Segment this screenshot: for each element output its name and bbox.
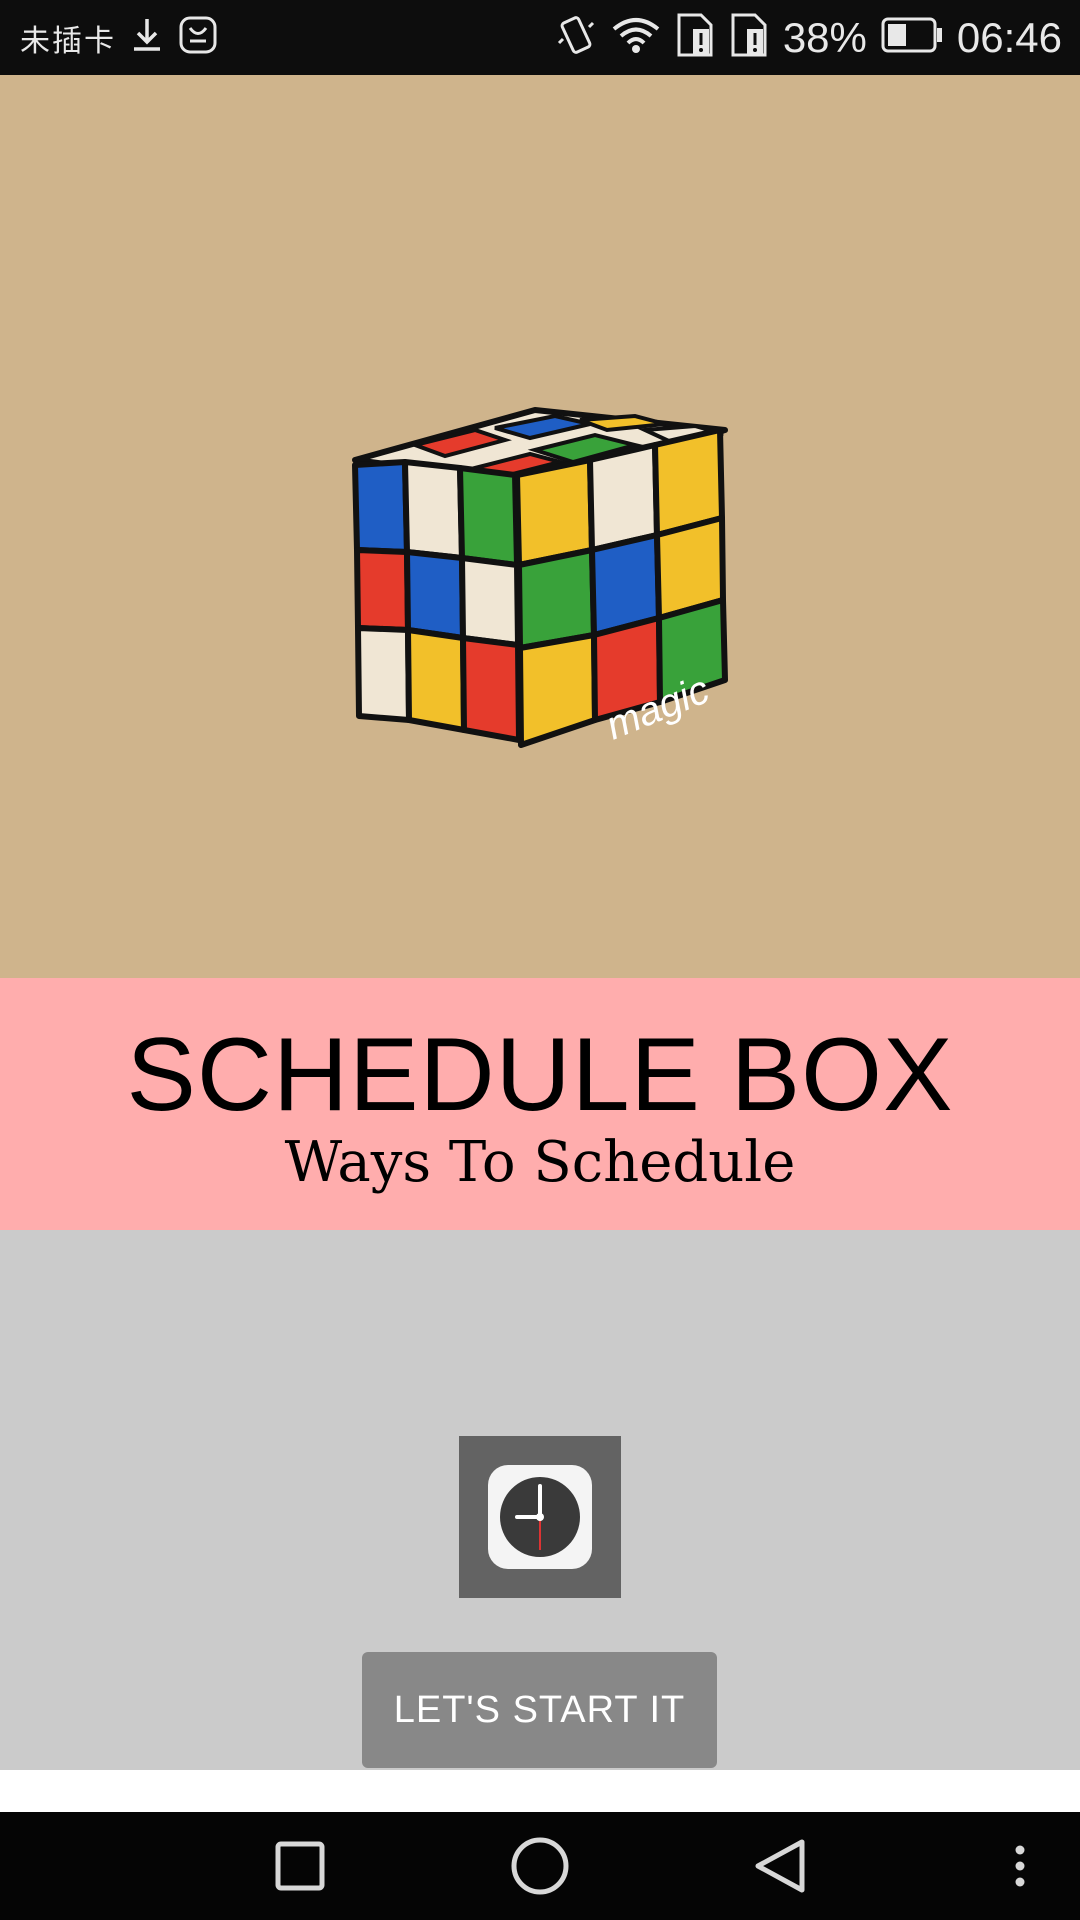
battery-percent: 38% xyxy=(782,13,867,61)
main-content: LET'S START IT xyxy=(0,1230,1080,1770)
clock-app-icon-tile[interactable] xyxy=(459,1436,621,1598)
vibrate-icon xyxy=(555,13,597,62)
sim-alert-icon xyxy=(675,11,715,64)
wifi-icon xyxy=(611,15,661,60)
bottom-spacer xyxy=(0,1770,1080,1812)
back-icon xyxy=(755,1839,805,1893)
more-options-button[interactable] xyxy=(1000,1812,1040,1920)
home-icon xyxy=(511,1837,569,1895)
home-button[interactable] xyxy=(490,1812,590,1920)
rubiks-cube-illustration: magic xyxy=(352,407,728,748)
back-button[interactable] xyxy=(730,1812,830,1920)
clock-time: 06:46 xyxy=(956,13,1062,61)
recent-apps-button[interactable] xyxy=(250,1812,350,1920)
download-icon xyxy=(130,15,164,60)
title-banner: SCHEDULE BOX Ways To Schedule xyxy=(0,978,1080,1230)
app-subtitle: Ways To Schedule xyxy=(284,1130,796,1195)
sim-alert-icon xyxy=(729,11,769,64)
app-title: SCHEDULE BOX xyxy=(126,1017,954,1133)
status-bar: 未插卡 38% 06:46 xyxy=(0,0,1080,75)
recent-apps-icon xyxy=(275,1841,325,1891)
navigation-bar xyxy=(0,1812,1080,1920)
start-button[interactable]: LET'S START IT xyxy=(362,1652,717,1768)
more-options-icon xyxy=(1015,1845,1025,1887)
carrier-label: 未插卡 xyxy=(20,23,116,59)
clock-icon xyxy=(488,1465,592,1569)
huawei-store-icon xyxy=(178,15,218,60)
battery-icon xyxy=(881,15,943,60)
hero-image-area: magic xyxy=(0,75,1080,978)
